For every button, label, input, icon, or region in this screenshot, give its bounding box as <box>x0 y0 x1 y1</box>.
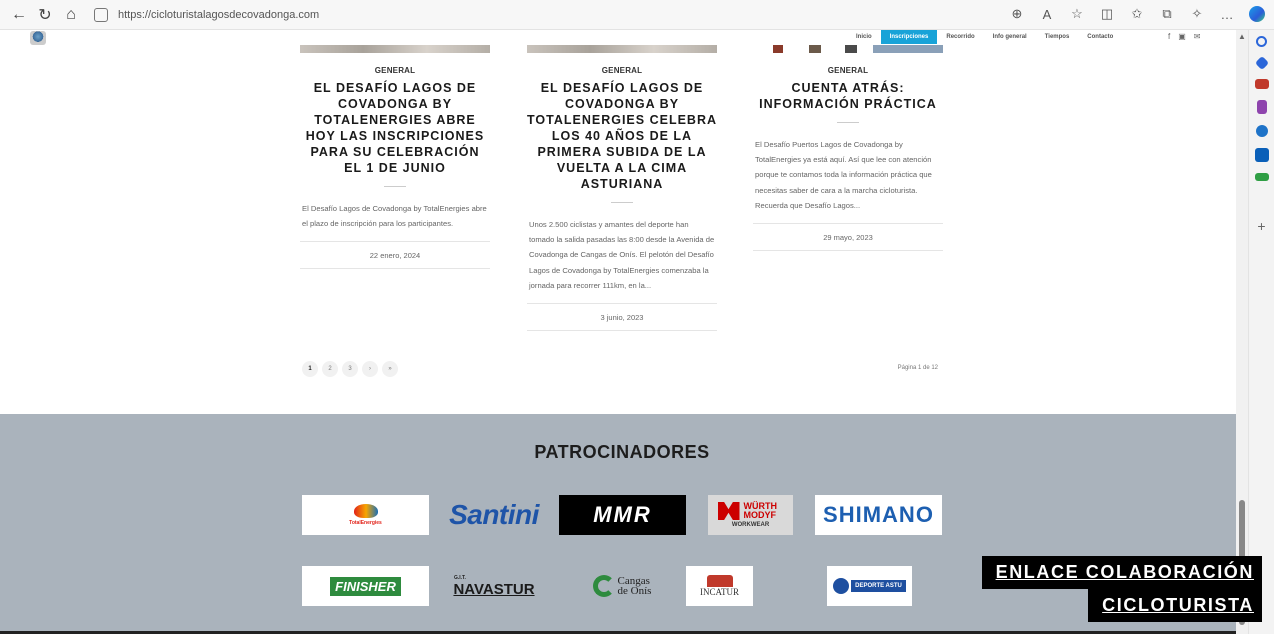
copilot-icon[interactable] <box>1246 3 1268 25</box>
pagination-item[interactable]: » <box>382 361 398 377</box>
sponsor-logo-incatur[interactable]: INCATUR <box>686 566 753 606</box>
pagination-item[interactable]: 1 <box>302 361 318 377</box>
main-menu: Inicio Inscripciones Recorrido Info general… <box>847 30 1122 44</box>
pagination-item[interactable]: 3 <box>342 361 358 377</box>
page-scrollbar[interactable]: ▲ <box>1236 30 1248 634</box>
zoom-icon[interactable]: ⊕ <box>1006 3 1028 25</box>
sponsor-logo-totalenergies[interactable]: TotalEnergies <box>302 495 429 535</box>
post-card: GENERAL CUENTA ATRÁS: INFORMACIÓN PRÁCTI… <box>753 66 943 252</box>
post-title[interactable]: CUENTA ATRÁS: INFORMACIÓN PRÁCTICA <box>753 80 943 112</box>
sponsor-logo-wurth-modyf[interactable]: WÜRTH MODYF WORKWEAR <box>708 495 793 535</box>
menu-item-inscripciones[interactable]: Inscripciones <box>880 30 938 44</box>
pagination: 1 2 3 ›» <box>302 361 398 377</box>
page-count: Página 1 de 12 <box>897 365 938 371</box>
split-screen-icon[interactable]: ◫ <box>1096 3 1118 25</box>
post-excerpt: El Desafío Lagos de Covadonga by TotalEn… <box>302 204 487 229</box>
office-icon[interactable] <box>1255 125 1268 137</box>
post-category[interactable]: GENERAL <box>527 66 717 75</box>
post-title[interactable]: EL DESAFÍO LAGOS DE COVADONGA BY TOTALEN… <box>527 80 717 192</box>
site-logo[interactable] <box>30 31 46 45</box>
collaboration-link-line2[interactable]: CICLOTURISTA <box>1088 589 1262 622</box>
post-title[interactable]: EL DESAFÍO LAGOS DE COVADONGA BY TOTALEN… <box>300 80 490 176</box>
post-card: GENERAL EL DESAFÍO LAGOS DE COVADONGA BY… <box>527 66 717 332</box>
post-date: 22 enero, 2024 <box>300 241 490 270</box>
outlook-icon[interactable] <box>1254 148 1269 162</box>
tag-icon[interactable] <box>1254 55 1269 71</box>
more-icon[interactable]: … <box>1216 3 1238 25</box>
add-icon[interactable]: + <box>1257 218 1265 234</box>
sponsor-logo-finisher[interactable]: FINISHER <box>302 566 429 606</box>
deporte-mark-icon <box>833 578 850 594</box>
post-separator <box>611 202 633 203</box>
menu-item-recorrido[interactable]: Recorrido <box>937 30 983 44</box>
favorite-star-icon[interactable]: ☆ <box>1066 3 1088 25</box>
totalenergies-mark-icon <box>353 504 378 518</box>
extensions-icon[interactable]: ✧ <box>1186 3 1208 25</box>
post-image[interactable] <box>300 45 490 53</box>
address-bar[interactable]: https://cicloturistalagosdecovadonga.com <box>94 3 994 27</box>
menu-item-info-general[interactable]: Info general <box>984 30 1036 44</box>
search-icon[interactable] <box>1256 36 1267 47</box>
home-icon[interactable]: ⌂ <box>58 2 84 28</box>
social-links: f ▣ ✉ <box>1168 30 1201 44</box>
briefcase-icon[interactable] <box>1254 79 1269 89</box>
refresh-icon[interactable]: ↻ <box>32 2 58 28</box>
cangas-mark-icon <box>592 575 615 597</box>
browser-toolbar: ← ↻ ⌂ https://cicloturistalagosdecovadon… <box>0 0 1274 30</box>
favorites-icon[interactable]: ✩ <box>1126 3 1148 25</box>
collections-icon[interactable]: ⧉ <box>1156 3 1178 25</box>
post-category[interactable]: GENERAL <box>753 66 943 75</box>
games-icon[interactable] <box>1256 100 1267 114</box>
incatur-mark-icon <box>706 575 733 587</box>
browser-sidebar: + <box>1248 30 1274 634</box>
post-date: 3 junio, 2023 <box>527 303 717 332</box>
post-separator <box>837 122 859 123</box>
instagram-icon[interactable]: ▣ <box>1178 30 1186 44</box>
post-category[interactable]: GENERAL <box>300 66 490 75</box>
menu-item-tiempos[interactable]: Tiempos <box>1036 30 1079 44</box>
post-image[interactable] <box>527 45 717 53</box>
sponsor-logo-deporte-asturiano[interactable]: DEPORTE ASTU <box>827 566 912 606</box>
sponsors-title: PATROCINADORES <box>534 442 710 462</box>
post-card: GENERAL EL DESAFÍO LAGOS DE COVADONGA BY… <box>300 66 490 270</box>
post-separator <box>384 186 406 187</box>
sponsor-logo-cangas-de-onis[interactable]: Cangas de Onís <box>575 566 675 606</box>
scroll-up-icon[interactable]: ▲ <box>1238 32 1246 41</box>
pagination-item[interactable]: › <box>362 361 378 377</box>
back-icon[interactable]: ← <box>6 2 32 28</box>
post-image[interactable] <box>753 45 943 53</box>
sponsor-logo-santini[interactable]: Santini <box>442 495 546 535</box>
post-date: 29 mayo, 2023 <box>753 223 943 252</box>
menu-item-contacto[interactable]: Contacto <box>1078 30 1122 44</box>
collaboration-link[interactable]: ENLACE COLABORACIÓN CICLOTURISTA <box>908 556 1262 626</box>
pagination-item[interactable]: 2 <box>322 361 338 377</box>
address-url: https://cicloturistalagosdecovadonga.com <box>118 8 320 21</box>
sponsor-logo-navastur[interactable]: G.I.T. NAVASTUR <box>442 566 546 606</box>
wurth-mark-icon <box>717 502 740 520</box>
sponsor-logo-mmr[interactable]: MMR <box>559 495 686 535</box>
post-excerpt: Unos 2.500 ciclistas y amantes del depor… <box>529 220 715 290</box>
email-icon[interactable]: ✉ <box>1194 30 1201 44</box>
menu-item-inicio[interactable]: Inicio <box>847 30 881 44</box>
designer-icon[interactable] <box>1254 173 1269 181</box>
facebook-icon[interactable]: f <box>1168 30 1170 44</box>
sponsor-logo-shimano[interactable]: SHIMANO <box>815 495 942 535</box>
collaboration-link-line1[interactable]: ENLACE COLABORACIÓN <box>981 556 1262 589</box>
site-info-icon[interactable] <box>94 7 108 22</box>
read-aloud-icon[interactable]: A <box>1036 3 1058 25</box>
browser-actions: ⊕ A ☆ ◫ ✩ ⧉ ✧ … <box>1006 3 1268 25</box>
post-excerpt: El Desafío Puertos Lagos de Covadonga by… <box>755 140 932 210</box>
